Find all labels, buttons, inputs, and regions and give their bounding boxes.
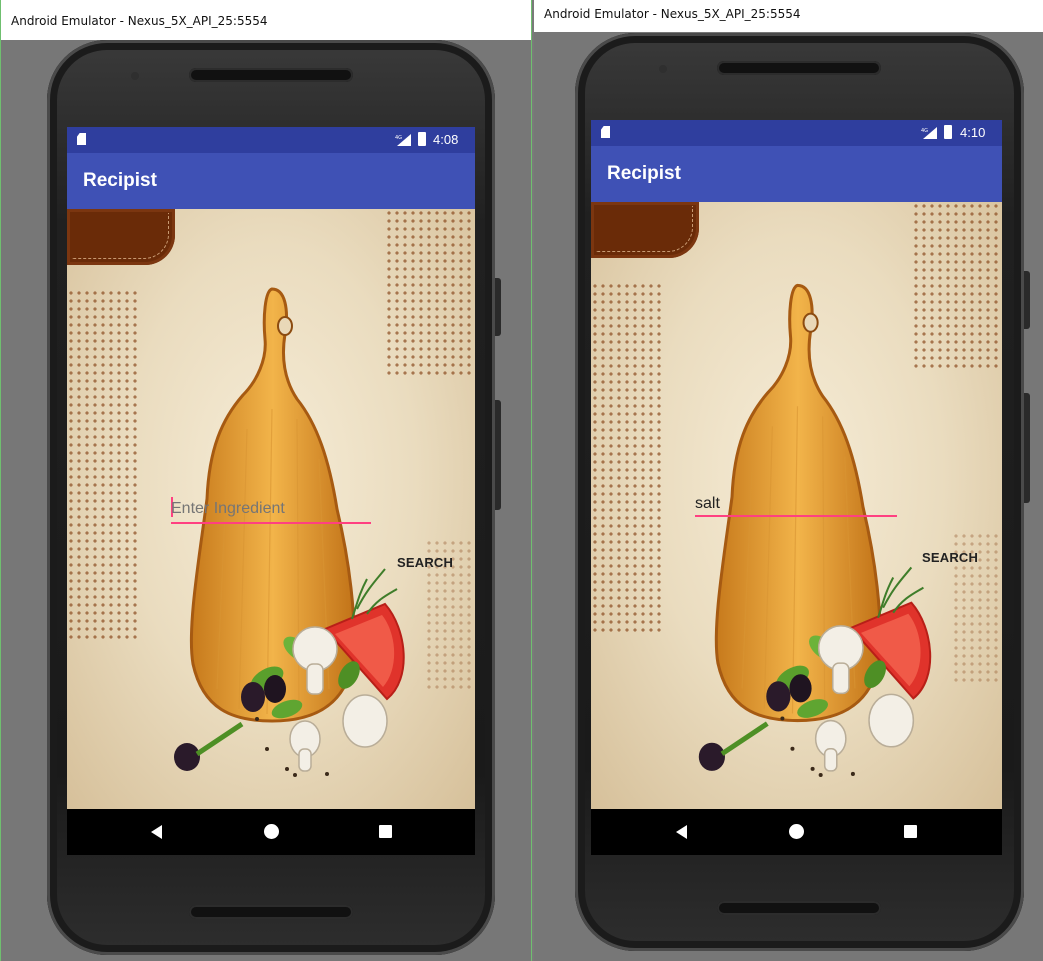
input-underline [695, 515, 897, 517]
status-clock: 4:10 [960, 125, 986, 140]
signal-icon: 4G [921, 127, 937, 139]
emulator-window-right: Android Emulator - Nexus_5X_API_25:5554 … [534, 0, 1043, 961]
back-icon[interactable] [676, 825, 687, 839]
home-icon[interactable] [264, 824, 279, 839]
app-title: Recipist [607, 163, 681, 184]
phone-frame: 4G 4:08 Recipist Enter Ingredient SEARCH [47, 40, 501, 955]
top-speaker [717, 61, 881, 75]
sd-card-icon [601, 126, 610, 138]
bottom-speaker [717, 901, 881, 915]
svg-text:4G: 4G [395, 135, 402, 141]
power-key[interactable] [1024, 271, 1030, 329]
window-title: Android Emulator - Nexus_5X_API_25:5554 [1, 0, 531, 40]
background-illustration: SEARCH [67, 209, 475, 809]
input-underline [171, 522, 371, 524]
front-camera [131, 72, 139, 80]
device-screen: 4G 4:10 Recipist salt SEARCH [591, 120, 1002, 855]
battery-icon [418, 132, 426, 146]
navigation-bar [67, 809, 475, 855]
emulator-window-left: Android Emulator - Nexus_5X_API_25:5554 … [0, 0, 532, 961]
volume-key[interactable] [495, 400, 501, 510]
svg-text:4G: 4G [921, 128, 928, 134]
power-key[interactable] [495, 278, 501, 336]
window-title: Android Emulator - Nexus_5X_API_25:5554 [534, 0, 1043, 32]
battery-icon [944, 125, 952, 139]
app-bar: Recipist [591, 146, 1002, 202]
front-camera [659, 65, 667, 73]
search-button[interactable]: SEARCH [397, 555, 453, 570]
status-clock: 4:08 [433, 132, 459, 147]
recents-icon[interactable] [379, 825, 392, 838]
volume-key[interactable] [1024, 393, 1030, 503]
back-icon[interactable] [151, 825, 162, 839]
sd-card-icon [77, 133, 86, 145]
navigation-bar [591, 809, 1002, 855]
bottom-speaker [189, 905, 353, 919]
recents-icon[interactable] [904, 825, 917, 838]
app-bar: Recipist [67, 153, 475, 209]
top-speaker [189, 68, 353, 82]
app-title: Recipist [83, 170, 157, 191]
status-bar: 4G 4:08 [67, 127, 475, 153]
signal-icon: 4G [395, 134, 411, 146]
ingredient-input[interactable] [171, 499, 371, 519]
search-button[interactable]: SEARCH [922, 550, 978, 565]
phone-frame: 4G 4:10 Recipist salt SEARCH [575, 33, 1030, 951]
background-illustration: SEARCH [591, 202, 1002, 809]
status-bar: 4G 4:10 [591, 120, 1002, 146]
home-icon[interactable] [789, 824, 804, 839]
device-screen: 4G 4:08 Recipist Enter Ingredient SEARCH [67, 127, 475, 855]
ingredient-input[interactable] [695, 494, 895, 514]
